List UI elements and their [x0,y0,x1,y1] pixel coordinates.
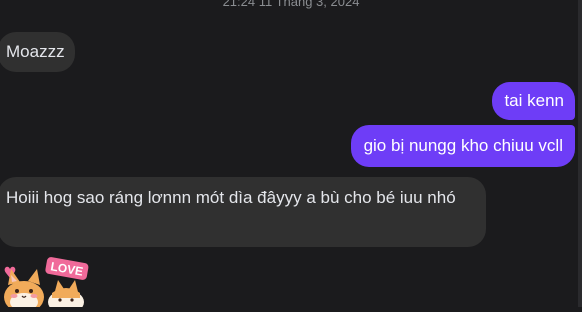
outgoing-message-bubble[interactable]: gio bị nungg kho chiuu vcll [350,125,575,167]
message-text: gio bị nungg kho chiuu vcll [363,136,563,155]
incoming-message-bubble[interactable]: Hoiii hog sao ráng lơnnn mót dìa đâyyy a… [0,177,486,247]
message-text: Moazzz [6,42,65,61]
message-text: Hoiii hog sao ráng lơnnn mót dìa đâyyy a… [6,188,456,207]
love-cat-sticker-icon[interactable]: LOVE [0,255,100,312]
message-timestamp: 21:24 11 Tháng 3, 2024 [222,0,360,9]
chat-scrollbar[interactable] [578,0,582,307]
outgoing-message-bubble[interactable]: tai kenn [492,82,575,120]
message-text: tai kenn [504,91,564,110]
incoming-message-bubble[interactable]: Moazzz [0,32,75,72]
